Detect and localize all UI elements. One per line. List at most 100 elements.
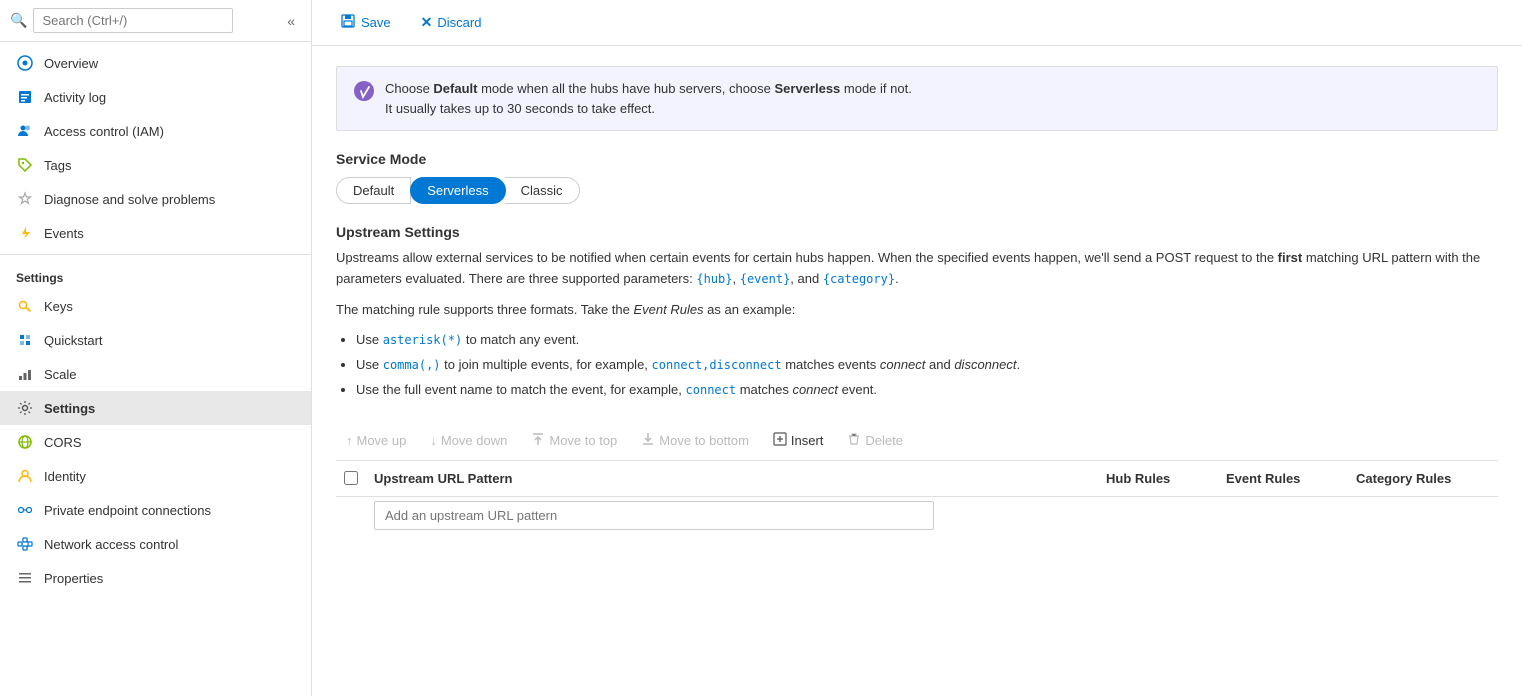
sidebar-item-tags[interactable]: Tags <box>0 148 311 182</box>
event-rules-cell <box>1218 496 1348 534</box>
move-to-bottom-icon <box>641 432 655 449</box>
move-down-label: Move down <box>441 433 507 448</box>
url-input-checkbox-cell <box>336 496 366 534</box>
settings-icon <box>16 399 34 417</box>
sidebar-item-label: Quickstart <box>44 333 103 348</box>
delete-button[interactable]: Delete <box>837 427 913 454</box>
sidebar-item-overview[interactable]: Overview <box>0 46 311 80</box>
url-pattern-input[interactable] <box>374 501 934 530</box>
save-icon <box>340 13 356 32</box>
bullet-item-3: Use the full event name to match the eve… <box>356 380 1498 401</box>
discard-button[interactable]: ✕ Discard <box>409 9 494 36</box>
th-url-pattern: Upstream URL Pattern <box>366 461 1098 497</box>
discard-label: Discard <box>437 15 481 30</box>
move-up-label: Move up <box>357 433 407 448</box>
sidebar-item-label: Settings <box>44 401 95 416</box>
toolbar: Save ✕ Discard <box>312 0 1522 46</box>
sidebar-item-label: Diagnose and solve problems <box>44 192 215 207</box>
sidebar-item-activity-log[interactable]: Activity log <box>0 80 311 114</box>
collapse-button[interactable]: « <box>281 11 301 31</box>
sidebar-item-network-access[interactable]: Network access control <box>0 527 311 561</box>
diagnose-icon <box>16 190 34 208</box>
sidebar-item-settings[interactable]: Settings <box>0 391 311 425</box>
move-down-icon: ↓ <box>430 433 437 448</box>
url-input-cell <box>366 496 1098 534</box>
move-to-bottom-label: Move to bottom <box>659 433 749 448</box>
insert-button[interactable]: Insert <box>763 427 834 454</box>
quickstart-icon <box>16 331 34 349</box>
move-up-button[interactable]: ↑ Move up <box>336 428 416 453</box>
sidebar: 🔍 « Overview Activity log Access control… <box>0 0 312 696</box>
banner-icon <box>353 80 375 107</box>
upstream-settings-section: Upstream Settings Upstreams allow extern… <box>336 224 1498 534</box>
select-all-checkbox[interactable] <box>344 471 358 485</box>
identity-icon <box>16 467 34 485</box>
mode-classic-button[interactable]: Classic <box>505 177 580 204</box>
sidebar-item-label: Keys <box>44 299 73 314</box>
connect-em2: connect <box>792 382 838 397</box>
sidebar-item-label: Scale <box>44 367 77 382</box>
move-to-top-label: Move to top <box>549 433 617 448</box>
param-hub: {hub} <box>696 272 732 286</box>
save-label: Save <box>361 15 391 30</box>
sidebar-item-scale[interactable]: Scale <box>0 357 311 391</box>
move-to-bottom-button[interactable]: Move to bottom <box>631 427 759 454</box>
disconnect-em: disconnect <box>954 357 1016 372</box>
banner-line1: Choose Default mode when all the hubs ha… <box>385 79 912 99</box>
sidebar-item-diagnose[interactable]: Diagnose and solve problems <box>0 182 311 216</box>
th-event-rules: Event Rules <box>1218 461 1348 497</box>
insert-icon <box>773 432 787 449</box>
service-mode-label: Service Mode <box>336 151 1498 167</box>
network-icon <box>16 535 34 553</box>
sidebar-item-identity[interactable]: Identity <box>0 459 311 493</box>
move-up-icon: ↑ <box>346 433 353 448</box>
service-mode-section: Service Mode Default Serverless Classic <box>336 151 1498 204</box>
sidebar-item-access-control[interactable]: Access control (IAM) <box>0 114 311 148</box>
sidebar-item-quickstart[interactable]: Quickstart <box>0 323 311 357</box>
asterisk-code: asterisk(*) <box>383 333 462 347</box>
mode-selector: Default Serverless Classic <box>336 177 1498 204</box>
sidebar-item-label: Properties <box>44 571 103 586</box>
th-category-rules: Category Rules <box>1348 461 1498 497</box>
url-input-row <box>336 496 1498 534</box>
upstream-desc-bold: first <box>1278 250 1303 265</box>
event-rules-em: Event Rules <box>633 302 703 317</box>
sidebar-item-keys[interactable]: Keys <box>0 289 311 323</box>
sidebar-item-cors[interactable]: CORS <box>0 425 311 459</box>
search-input[interactable] <box>33 8 233 33</box>
sidebar-item-properties[interactable]: Properties <box>0 561 311 595</box>
insert-label: Insert <box>791 433 824 448</box>
delete-label: Delete <box>865 433 903 448</box>
move-down-button[interactable]: ↓ Move down <box>420 428 517 453</box>
sidebar-item-label: Identity <box>44 469 86 484</box>
sidebar-item-label: Tags <box>44 158 71 173</box>
bullet-item-2: Use comma(,) to join multiple events, fo… <box>356 355 1498 376</box>
connect-code: connect <box>686 383 737 397</box>
th-checkbox <box>336 461 366 497</box>
th-hub-rules: Hub Rules <box>1098 461 1218 497</box>
tags-icon <box>16 156 34 174</box>
mode-serverless-button[interactable]: Serverless <box>410 177 505 204</box>
sidebar-item-private-endpoint[interactable]: Private endpoint connections <box>0 493 311 527</box>
mode-default-button[interactable]: Default <box>336 177 411 204</box>
category-rules-cell <box>1348 496 1498 534</box>
sidebar-item-label: Overview <box>44 56 98 71</box>
keys-icon <box>16 297 34 315</box>
settings-section-label: Settings <box>0 259 311 289</box>
sidebar-item-label: CORS <box>44 435 82 450</box>
endpoint-icon <box>16 501 34 519</box>
comma-code: comma(,) <box>383 358 441 372</box>
save-button[interactable]: Save <box>328 8 403 37</box>
banner-text: Choose Default mode when all the hubs ha… <box>385 79 912 118</box>
content-body: Choose Default mode when all the hubs ha… <box>312 46 1522 696</box>
move-to-top-button[interactable]: Move to top <box>521 427 627 454</box>
events-icon <box>16 224 34 242</box>
nav-top: Overview Activity log Access control (IA… <box>0 42 311 599</box>
info-banner: Choose Default mode when all the hubs ha… <box>336 66 1498 131</box>
properties-icon <box>16 569 34 587</box>
connect-disconnect-code: connect,disconnect <box>652 358 782 372</box>
delete-icon <box>847 432 861 449</box>
sidebar-item-events[interactable]: Events <box>0 216 311 250</box>
move-to-top-icon <box>531 432 545 449</box>
bullet-item-1: Use asterisk(*) to match any event. <box>356 330 1498 351</box>
